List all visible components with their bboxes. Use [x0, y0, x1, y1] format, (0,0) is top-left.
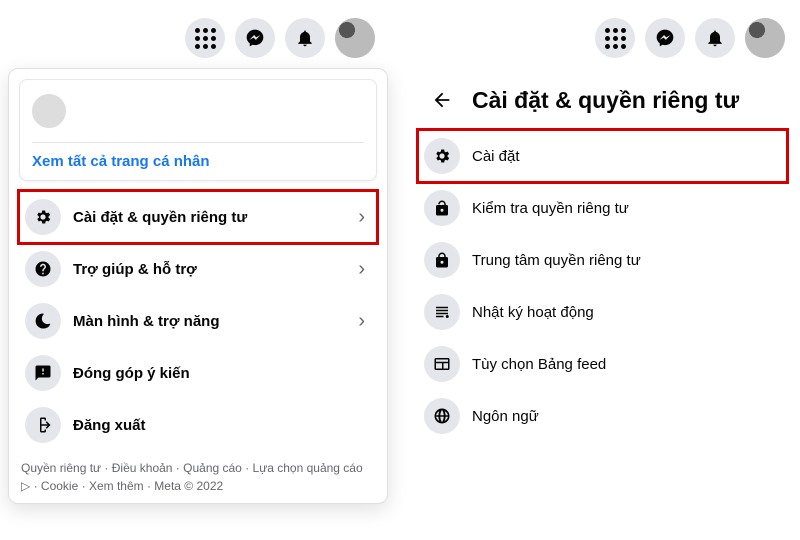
gear-icon [25, 199, 61, 235]
menu-item-label: Nhật ký hoạt động [472, 304, 781, 321]
chevron-right-icon: › [358, 206, 371, 229]
globe-icon [424, 398, 460, 434]
moon-icon [25, 303, 61, 339]
lock-icon [424, 242, 460, 278]
menu-item-label: Trợ giúp & hỗ trợ [73, 261, 346, 278]
account-menu: Xem tất cả trang cá nhân Cài đặt & quyền… [8, 68, 388, 504]
panel-title: Cài đặt & quyền riêng tư [472, 87, 739, 114]
apps-icon[interactable] [185, 18, 225, 58]
arrow-left-icon [431, 89, 453, 111]
menu-item-feedback[interactable]: Đóng góp ý kiến [19, 347, 377, 399]
menu-item-activity[interactable]: Nhật ký hoạt động [418, 286, 787, 338]
footer-links: Quyền riêng tư Điều khoản Quảng cáo Lựa chọ… [19, 459, 377, 495]
adchoices-icon: ▷ [21, 479, 30, 493]
footer-link[interactable]: Cookie [41, 479, 78, 493]
chevron-right-icon: › [358, 258, 371, 281]
topbar-left [185, 18, 375, 58]
menu-item-label: Tùy chọn Bảng feed [472, 356, 781, 373]
menu-item-question[interactable]: Trợ giúp & hỗ trợ › [19, 243, 377, 295]
chevron-right-icon: › [358, 310, 371, 333]
menu-item-gear[interactable]: Cài đặt [418, 130, 787, 182]
footer-link[interactable]: Lựa chọn quảng cáo [253, 461, 363, 475]
settings-menu-list: Cài đặt Kiểm tra quyền riêng tư Trung tâm … [418, 130, 787, 442]
feed-icon [424, 346, 460, 382]
apps-icon[interactable] [595, 18, 635, 58]
avatar-icon [32, 94, 66, 128]
footer-link[interactable]: Quảng cáo [183, 461, 242, 475]
menu-item-label: Màn hình & trợ năng [73, 313, 346, 330]
menu-item-feed[interactable]: Tùy chọn Bảng feed [418, 338, 787, 390]
see-all-profiles-link[interactable]: Xem tất cả trang cá nhân [32, 153, 364, 170]
menu-item-unlock[interactable]: Kiểm tra quyền riêng tư [418, 182, 787, 234]
footer-link[interactable]: Điều khoản [112, 461, 173, 475]
footer-meta: Meta © 2022 [154, 479, 223, 493]
profile-row[interactable] [32, 94, 364, 128]
logout-icon [25, 407, 61, 443]
notifications-icon[interactable] [695, 18, 735, 58]
footer-link[interactable]: Quyền riêng tư [21, 461, 101, 475]
menu-item-globe[interactable]: Ngôn ngữ [418, 390, 787, 442]
menu-item-logout[interactable]: Đăng xuất [19, 399, 377, 451]
notifications-icon[interactable] [285, 18, 325, 58]
avatar-icon[interactable] [335, 18, 375, 58]
menu-item-label: Trung tâm quyền riêng tư [472, 252, 781, 269]
question-icon [25, 251, 61, 287]
settings-privacy-panel: Cài đặt & quyền riêng tư Cài đặt Kiểm tra… [410, 72, 795, 448]
menu-item-label: Đóng góp ý kiến [73, 365, 371, 382]
menu-item-label: Cài đặt [472, 148, 781, 165]
menu-item-label: Đăng xuất [73, 417, 371, 434]
menu-item-gear[interactable]: Cài đặt & quyền riêng tư › [19, 191, 377, 243]
menu-item-lock[interactable]: Trung tâm quyền riêng tư [418, 234, 787, 286]
unlock-icon [424, 190, 460, 226]
footer-link[interactable]: Xem thêm [89, 479, 144, 493]
messenger-icon[interactable] [235, 18, 275, 58]
menu-item-label: Ngôn ngữ [472, 408, 781, 425]
profile-switcher: Xem tất cả trang cá nhân [19, 79, 377, 181]
menu-item-moon[interactable]: Màn hình & trợ năng › [19, 295, 377, 347]
activity-icon [424, 294, 460, 330]
topbar-right [595, 18, 785, 58]
messenger-icon[interactable] [645, 18, 685, 58]
feedback-icon [25, 355, 61, 391]
account-menu-list: Cài đặt & quyền riêng tư›Trợ giúp & hỗ t… [19, 191, 377, 451]
panel-header: Cài đặt & quyền riêng tư [418, 78, 787, 130]
menu-item-label: Kiểm tra quyền riêng tư [472, 200, 781, 217]
menu-item-label: Cài đặt & quyền riêng tư [73, 209, 346, 226]
avatar-icon[interactable] [745, 18, 785, 58]
back-button[interactable] [424, 82, 460, 118]
gear-icon [424, 138, 460, 174]
